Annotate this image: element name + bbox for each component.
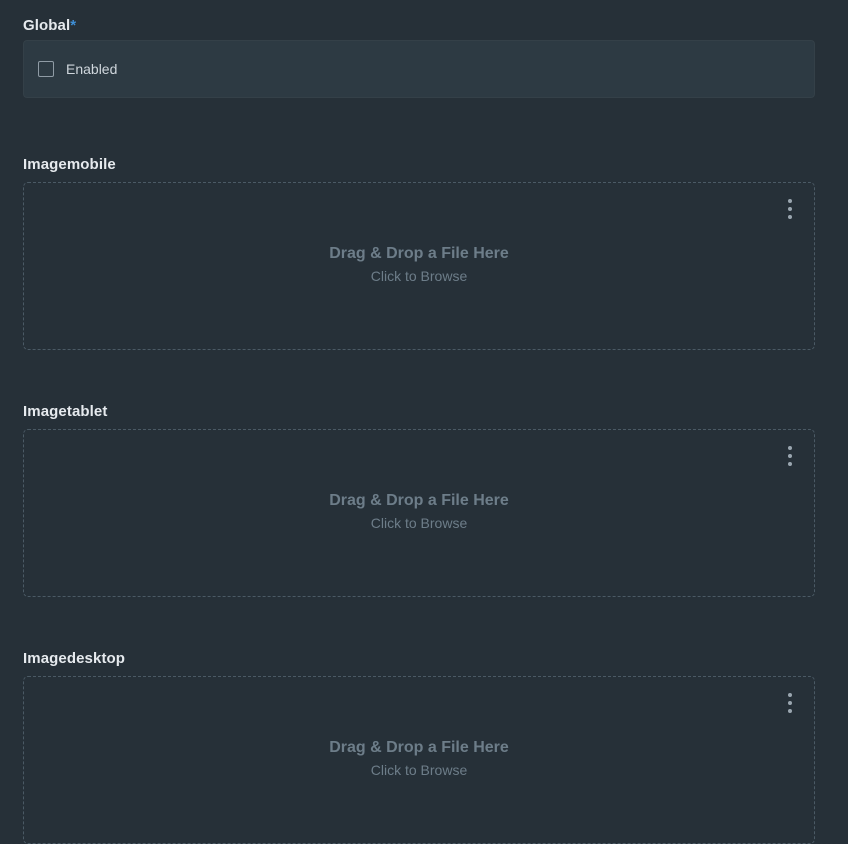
dropzone-drop-text: Drag & Drop a File Here [329, 245, 509, 262]
more-vertical-icon[interactable] [783, 446, 797, 466]
imagemobile-field: Imagemobile Drag & Drop a File Here Clic… [23, 155, 815, 350]
imagemobile-dropzone[interactable]: Drag & Drop a File Here Click to Browse [23, 182, 815, 350]
dropzone-browse-text[interactable]: Click to Browse [24, 268, 814, 284]
global-label: Global* [23, 16, 815, 36]
global-field: Global* Enabled [23, 16, 815, 98]
dropzone-browse-text[interactable]: Click to Browse [24, 762, 814, 778]
imagedesktop-field: Imagedesktop Drag & Drop a File Here Cli… [23, 649, 815, 844]
enabled-checkbox-label[interactable]: Enabled [66, 61, 117, 77]
enabled-checkbox[interactable] [38, 61, 54, 77]
dropzone-drop-text: Drag & Drop a File Here [329, 492, 509, 509]
more-vertical-icon[interactable] [783, 693, 797, 713]
imagedesktop-dropzone[interactable]: Drag & Drop a File Here Click to Browse [23, 676, 815, 844]
dropzone-drop-text: Drag & Drop a File Here [329, 739, 509, 756]
global-label-text: Global [23, 17, 71, 34]
imagemobile-label: Imagemobile [23, 156, 116, 173]
imagedesktop-label: Imagedesktop [23, 650, 126, 667]
imagetablet-field: Imagetablet Drag & Drop a File Here Clic… [23, 402, 815, 597]
dropzone-browse-text[interactable]: Click to Browse [24, 515, 814, 531]
global-checkbox-container: Enabled [23, 40, 815, 98]
required-marker: * [70, 17, 77, 34]
imagetablet-label: Imagetablet [23, 403, 108, 420]
imagetablet-dropzone[interactable]: Drag & Drop a File Here Click to Browse [23, 429, 815, 597]
more-vertical-icon[interactable] [783, 199, 797, 219]
